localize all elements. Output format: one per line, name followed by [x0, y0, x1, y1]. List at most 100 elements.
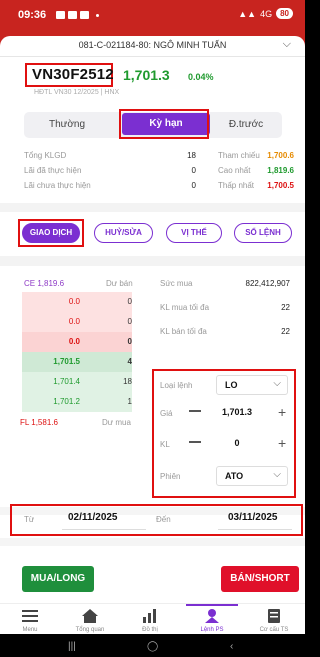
home-button-icon[interactable]: ◯: [147, 641, 158, 652]
minus-icon[interactable]: [189, 410, 201, 412]
stat-value: 0: [191, 181, 196, 190]
sell-row[interactable]: 0.0 0: [22, 332, 132, 352]
sell-volume: 0: [127, 297, 132, 306]
low-price: 1,700.5: [267, 181, 294, 190]
section-divider: [0, 256, 305, 266]
recent-apps-icon[interactable]: |||: [68, 641, 76, 652]
buy-row[interactable]: 1,701.4 18: [22, 372, 132, 392]
buy-price: 1,701.5: [53, 357, 80, 366]
notification-icons: [56, 11, 99, 19]
status-right: ▲▲ 4G 80: [238, 8, 293, 19]
nav-label: Đồ thị: [142, 627, 158, 633]
nav-label: Cơ cấu TS: [259, 627, 289, 633]
order-book-button[interactable]: SỔ LỆNH: [234, 223, 292, 243]
network-type: 4G: [260, 8, 273, 19]
to-date-input[interactable]: 03/11/2025: [228, 512, 278, 523]
back-icon[interactable]: ‹: [230, 641, 233, 652]
nav-label: Menu: [22, 627, 38, 633]
from-date-input[interactable]: 02/11/2025: [68, 512, 118, 523]
sell-short-button[interactable]: BÁN/SHORT: [221, 566, 299, 592]
nav-overview[interactable]: Tổng quan: [64, 608, 116, 633]
price-label: Giá: [160, 409, 173, 418]
sell-volume: 0: [127, 317, 132, 326]
nav-derivatives-orders[interactable]: Lệnh PS: [186, 604, 238, 633]
buy-price: 1,701.2: [53, 397, 80, 406]
cancel-edit-button[interactable]: HUỶ/SỬA: [94, 223, 153, 243]
session-value: ATO: [225, 471, 244, 481]
tab-dtruoc[interactable]: Đ.trước: [210, 112, 282, 138]
nav-portfolio[interactable]: Cơ cấu TS: [248, 608, 300, 633]
dot-icon: [96, 14, 99, 17]
divider: [218, 529, 292, 530]
buy-long-button[interactable]: MUA/LONG: [22, 566, 94, 592]
stat-row: Lãi đã thực hiện 0 Cao nhất 1,819.6: [24, 166, 294, 181]
section-divider: [0, 203, 305, 212]
sell-price: 0.0: [68, 317, 80, 326]
stat-label: Thấp nhất: [218, 181, 255, 190]
portfolio-icon: [268, 609, 280, 623]
mail-icon: [80, 11, 89, 19]
stat-value: 0: [191, 166, 196, 175]
buy-volume: 4: [127, 357, 132, 366]
tab-thuong[interactable]: Thường: [24, 112, 110, 138]
price-input[interactable]: 1,701.3: [212, 407, 262, 417]
trade-button[interactable]: GIAO DỊCH: [22, 223, 80, 243]
message-icon: [56, 11, 65, 19]
nav-menu[interactable]: Menu: [4, 608, 56, 633]
nav-label: Tổng quan: [75, 627, 105, 633]
sell-price: 0.0: [68, 297, 80, 306]
system-nav-bar: ||| ◯ ‹: [0, 634, 305, 657]
symbol-input[interactable]: VN30F2512: [32, 66, 114, 83]
order-type-label: Loại lệnh: [160, 381, 193, 390]
reference-price: 1,700.6: [267, 151, 294, 160]
nav-label: Lệnh PS: [200, 627, 224, 633]
chevron-down-icon: ⌵: [273, 378, 281, 389]
account-selector[interactable]: 081-C-021184-80: NGÔ MINH TUẤN: [0, 40, 305, 50]
message-icon: [68, 11, 77, 19]
minus-icon[interactable]: [189, 441, 201, 443]
order-icon: [205, 609, 219, 623]
chart-icon: [143, 609, 156, 623]
stat-value: 18: [187, 151, 196, 160]
qty-input[interactable]: 0: [212, 438, 262, 448]
buy-row[interactable]: 1,701.5 4: [22, 352, 132, 372]
from-label: Từ: [24, 515, 35, 524]
order-type-value: LO: [225, 380, 238, 390]
plus-icon[interactable]: +: [278, 404, 286, 420]
change-percent: 0.04%: [188, 72, 214, 82]
divider: [0, 56, 305, 57]
menu-icon: [22, 610, 38, 622]
buy-row[interactable]: 1,701.2 1: [22, 392, 132, 412]
sell-row[interactable]: 0.0 0: [22, 292, 132, 312]
app-screen: 09:36 ▲▲ 4G 80 081-C-021184-80: NGÔ MINH…: [0, 0, 305, 657]
stat-row: Tổng KLGD 18 Tham chiếu 1,700.6: [24, 151, 294, 166]
stat-label: Lãi chưa thực hiện: [24, 181, 91, 190]
status-time: 09:36: [18, 9, 47, 21]
battery-icon: 80: [276, 8, 293, 19]
buy-price: 1,701.4: [53, 377, 80, 386]
stat-row: Lãi chưa thực hiện 0 Thấp nhất 1,700.5: [24, 181, 294, 196]
ceiling-price: CE 1,819.6: [24, 279, 65, 288]
floor-price: FL 1,581.6: [20, 418, 58, 427]
session-label: Phiên: [160, 472, 181, 481]
stat-label: Lãi đã thực hiện: [24, 166, 82, 175]
chevron-down-icon[interactable]: ⌵: [283, 38, 291, 51]
signal-icon: ▲▲: [238, 8, 257, 19]
nav-chart[interactable]: Đồ thị: [124, 608, 176, 633]
info-label: Sức mua: [160, 279, 193, 288]
buying-power: 822,412,907: [245, 279, 291, 288]
max-buy-qty: 22: [281, 303, 290, 312]
sell-header: Dư bán: [106, 279, 133, 288]
stat-label: Tham chiếu: [218, 151, 260, 160]
section-divider: [0, 538, 305, 546]
sell-row[interactable]: 0.0 0: [22, 312, 132, 332]
plus-icon[interactable]: +: [278, 435, 286, 451]
buy-header: Dư mua: [102, 418, 131, 427]
order-type-select[interactable]: LO ⌵: [216, 375, 288, 395]
info-label: KL bán tối đa: [160, 327, 207, 336]
session-select[interactable]: ATO ⌵: [216, 466, 288, 486]
status-bar: 09:36 ▲▲ 4G 80: [0, 0, 305, 32]
sell-price: 0.0: [68, 337, 80, 346]
positions-button[interactable]: VỊ THẾ: [166, 223, 222, 243]
instrument-subinfo: HĐTL VN30 12/2025 | HNX: [34, 89, 120, 96]
